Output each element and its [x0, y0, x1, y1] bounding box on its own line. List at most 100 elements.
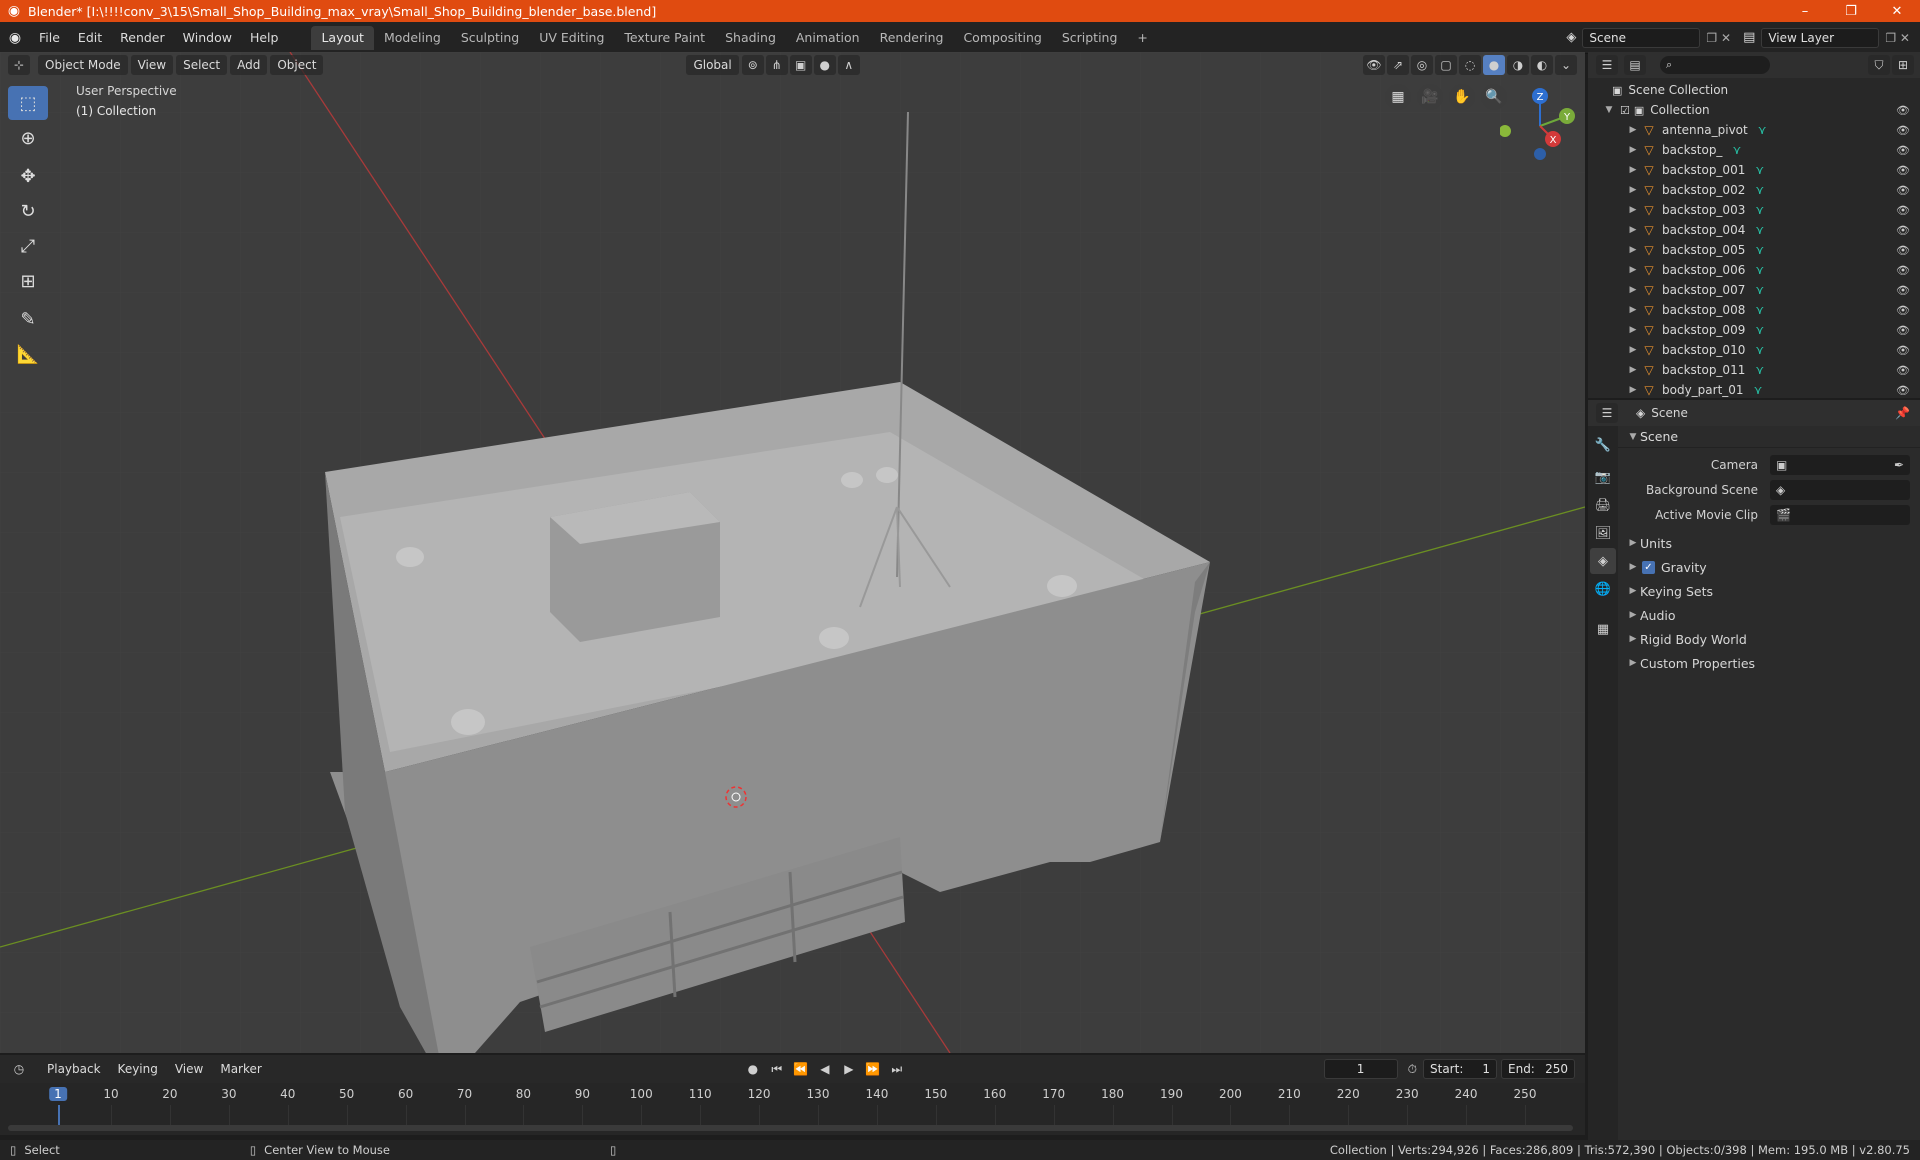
- expand-icon[interactable]: ▶: [1626, 145, 1640, 155]
- visibility-eye-icon[interactable]: 👁: [1896, 144, 1910, 157]
- mesh-data-icon[interactable]: ⋎: [1755, 263, 1764, 277]
- outliner-item[interactable]: ▶ ▽ backstop_007 ⋎ 👁: [1588, 280, 1920, 300]
- xray-icon[interactable]: ▢: [1435, 55, 1457, 75]
- visibility-eye-icon[interactable]: 👁: [1896, 304, 1910, 317]
- viewport-menu-add[interactable]: Add: [230, 55, 268, 75]
- rendered-shading-icon[interactable]: ◐: [1531, 55, 1553, 75]
- scene-tab-icon[interactable]: ◈: [1590, 548, 1616, 574]
- mesh-data-icon[interactable]: ⋎: [1755, 343, 1764, 357]
- jump-end-icon[interactable]: ⏭: [885, 1059, 908, 1079]
- scene-panel-header[interactable]: ▼ Scene: [1618, 426, 1920, 448]
- marker-menu[interactable]: Marker: [213, 1059, 269, 1079]
- viewport-menu-object[interactable]: Object: [270, 55, 324, 75]
- collapse-icon[interactable]: ▼: [1602, 105, 1616, 115]
- display-mode-icon[interactable]: ▤: [1624, 55, 1646, 75]
- outliner-item[interactable]: ▶ ▽ backstop_002 ⋎ 👁: [1588, 180, 1920, 200]
- visibility-eye-icon[interactable]: 👁: [1896, 284, 1910, 297]
- move-tool-icon[interactable]: ✥: [8, 159, 48, 193]
- visibility-eye-icon[interactable]: 👁: [1896, 124, 1910, 137]
- mesh-data-icon[interactable]: ⋎: [1755, 323, 1764, 337]
- tab-uv-editing[interactable]: UV Editing: [529, 26, 614, 50]
- proportional-edit-icon[interactable]: ●: [813, 55, 836, 75]
- tab-animation[interactable]: Animation: [786, 26, 870, 50]
- next-keyframe-icon[interactable]: ⏩: [861, 1059, 884, 1079]
- visibility-eye-icon[interactable]: 👁: [1896, 184, 1910, 197]
- outliner-search-input[interactable]: ⌕: [1660, 56, 1770, 74]
- keying-menu[interactable]: Keying: [110, 1059, 165, 1079]
- render-tab-icon[interactable]: 📷: [1590, 464, 1616, 490]
- outliner-item[interactable]: ▶ ▽ body_part_01 ⋎ 👁: [1588, 380, 1920, 400]
- gravity-checkbox[interactable]: ✓: [1642, 560, 1655, 574]
- transform-orientation-dropdown[interactable]: Global: [686, 55, 739, 75]
- overlay-toggle-icon[interactable]: ◎: [1411, 55, 1433, 75]
- scene-collection-row[interactable]: ▣ Scene Collection: [1588, 80, 1920, 100]
- visibility-eye-icon[interactable]: 👁: [1896, 104, 1910, 117]
- timeline-view-menu[interactable]: View: [167, 1059, 211, 1079]
- outliner-item[interactable]: ▶ ▽ backstop_005 ⋎ 👁: [1588, 240, 1920, 260]
- snap-icon[interactable]: ⋔: [765, 55, 788, 75]
- mesh-data-icon[interactable]: ⋎: [1755, 243, 1764, 257]
- end-frame-field[interactable]: End: 250: [1501, 1059, 1575, 1079]
- visibility-eye-icon[interactable]: 👁: [1896, 164, 1910, 177]
- menu-help[interactable]: Help: [241, 27, 288, 49]
- minimize-button[interactable]: –: [1782, 4, 1828, 19]
- transform-tool-icon[interactable]: ⊞: [8, 264, 48, 298]
- visibility-eye-icon[interactable]: 👁: [1896, 384, 1910, 397]
- eyedropper-icon[interactable]: ✒: [1894, 458, 1904, 472]
- timeline-area[interactable]: 1 10 20 30 40 50 60 70 80 90 100 110 120 130 140 150 160…: [0, 1083, 1585, 1135]
- cursor-tool-icon[interactable]: ⊕: [8, 121, 48, 155]
- annotate-tool-icon[interactable]: ✎: [8, 302, 48, 336]
- view-layer-tab-icon[interactable]: 🖼: [1590, 520, 1616, 546]
- snap-target-icon[interactable]: ▣: [789, 55, 812, 75]
- visibility-icon[interactable]: 👁: [1363, 55, 1385, 75]
- keying-sets-section[interactable]: ▶ Keying Sets: [1626, 579, 1920, 603]
- texture-tab-icon[interactable]: ▦: [1590, 616, 1616, 642]
- scene-browse-icon[interactable]: ❐ ✕: [1706, 31, 1731, 45]
- camera-field[interactable]: ▣ ✒: [1770, 454, 1910, 475]
- pivot-point-icon[interactable]: ⊚: [741, 55, 764, 75]
- outliner-editor-icon[interactable]: ☰: [1596, 55, 1618, 75]
- maximize-button[interactable]: ❐: [1828, 4, 1874, 19]
- camera-view-icon[interactable]: 🎥: [1417, 84, 1443, 110]
- close-button[interactable]: ✕: [1874, 4, 1920, 19]
- tab-texture-paint[interactable]: Texture Paint: [614, 26, 715, 50]
- outliner-item[interactable]: ▶ ▽ backstop_009 ⋎ 👁: [1588, 320, 1920, 340]
- checkbox-icon[interactable]: ☑: [1620, 104, 1630, 117]
- background-scene-field[interactable]: ◈: [1770, 479, 1910, 500]
- expand-icon[interactable]: ▶: [1626, 385, 1640, 395]
- view-layer-selector[interactable]: View Layer: [1761, 27, 1880, 48]
- audio-section[interactable]: ▶ Audio: [1626, 603, 1920, 627]
- outliner-item[interactable]: ▶ ▽ backstop_004 ⋎ 👁: [1588, 220, 1920, 240]
- visibility-eye-icon[interactable]: 👁: [1896, 204, 1910, 217]
- rigid-body-world-section[interactable]: ▶ Rigid Body World: [1626, 627, 1920, 651]
- expand-icon[interactable]: ▶: [1626, 165, 1640, 175]
- menu-edit[interactable]: Edit: [69, 27, 111, 49]
- tab-modeling[interactable]: Modeling: [374, 26, 451, 50]
- expand-icon[interactable]: ▶: [1626, 185, 1640, 195]
- expand-icon[interactable]: ▶: [1626, 245, 1640, 255]
- scene-selector[interactable]: Scene: [1582, 27, 1701, 48]
- editor-type-icon[interactable]: ⊹: [8, 55, 30, 75]
- mesh-data-icon[interactable]: ⋎: [1755, 303, 1764, 317]
- expand-icon[interactable]: ▶: [1626, 205, 1640, 215]
- object-mode-dropdown[interactable]: Object Mode: [38, 55, 128, 75]
- expand-icon[interactable]: ▶: [1626, 125, 1640, 135]
- start-frame-field[interactable]: Start: 1: [1423, 1059, 1497, 1079]
- expand-icon[interactable]: ▶: [1626, 225, 1640, 235]
- expand-icon[interactable]: ▶: [1626, 305, 1640, 315]
- wireframe-shading-icon[interactable]: ◌: [1459, 55, 1481, 75]
- menu-file[interactable]: File: [30, 27, 69, 49]
- visibility-eye-icon[interactable]: 👁: [1896, 264, 1910, 277]
- tab-sculpting[interactable]: Sculpting: [451, 26, 529, 50]
- mesh-data-icon[interactable]: ⋎: [1754, 383, 1763, 397]
- outliner-item[interactable]: ▶ ▽ backstop_ ⋎ 👁: [1588, 140, 1920, 160]
- mesh-data-icon[interactable]: ⋎: [1732, 143, 1741, 157]
- outliner-item[interactable]: ▶ ▽ backstop_003 ⋎ 👁: [1588, 200, 1920, 220]
- tab-scripting[interactable]: Scripting: [1052, 26, 1128, 50]
- custom-properties-section[interactable]: ▶ Custom Properties: [1626, 651, 1920, 675]
- collection-row[interactable]: ▼ ☑ ▣ Collection 👁: [1588, 100, 1920, 120]
- current-frame-field[interactable]: 1: [1323, 1059, 1398, 1079]
- menu-render[interactable]: Render: [111, 27, 174, 49]
- select-box-tool-icon[interactable]: ⬚: [8, 86, 48, 120]
- gizmo-toggle-icon[interactable]: ⇗: [1387, 55, 1409, 75]
